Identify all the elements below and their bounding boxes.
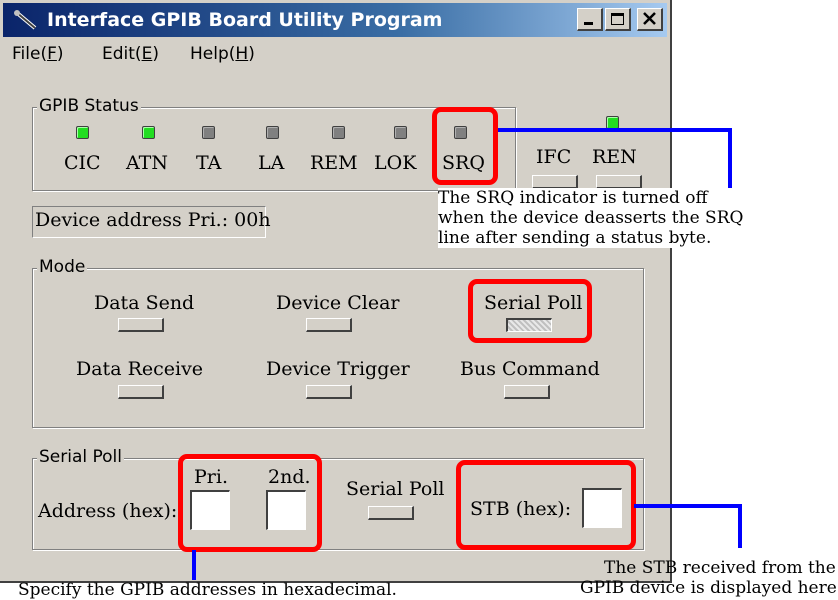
menu-edit[interactable]: Edit(E) (102, 44, 159, 64)
minimize-icon (584, 22, 593, 25)
mode-title: Mode (37, 257, 88, 277)
cic-label: CIC (64, 152, 101, 174)
maximize-icon (611, 13, 624, 25)
srq-leader-horizontal (498, 128, 730, 132)
menu-help-end: ) (248, 44, 255, 64)
data-receive-label: Data Receive (76, 358, 204, 380)
serial-poll-mode-highlight (468, 279, 592, 343)
menu-help[interactable]: Help(H) (190, 44, 255, 64)
srq-callout-line-1: The SRQ indicator is turned off (438, 188, 712, 208)
stb-leader-vertical (738, 504, 742, 548)
srq-highlight (432, 107, 498, 185)
menu-help-key: H (235, 44, 249, 64)
ren-button[interactable] (596, 175, 642, 189)
ifc-label: IFC (536, 146, 572, 168)
la-led (266, 126, 279, 139)
maximize-button[interactable] (605, 8, 631, 31)
srq-callout-line-3: line after sending a status byte. (438, 228, 716, 248)
bus-command-button[interactable] (504, 385, 550, 399)
srq-callout-line-2: when the device deasserts the SRQ (438, 208, 748, 228)
stb-leader-horizontal (634, 504, 742, 508)
address-callout: Specify the GPIB addresses in hexadecima… (18, 580, 397, 600)
device-trigger-button[interactable] (306, 385, 352, 399)
menu-file-end: ) (56, 44, 64, 64)
serial-poll-button-label: Serial Poll (346, 478, 445, 500)
menu-file-key: F (47, 44, 57, 64)
address-inputs-highlight (178, 454, 322, 552)
menu-file[interactable]: File(F) (12, 44, 64, 64)
device-trigger-label: Device Trigger (266, 358, 410, 380)
data-send-button[interactable] (118, 318, 164, 332)
address-leader-line (192, 550, 196, 580)
close-icon (643, 12, 656, 25)
window-title: Interface GPIB Board Utility Program (47, 9, 443, 31)
atn-led (142, 126, 155, 139)
menu-help-label: Help( (190, 44, 236, 64)
lok-label: LOK (374, 152, 417, 174)
rem-label: REM (310, 152, 358, 174)
ifc-button[interactable] (532, 175, 578, 189)
close-button[interactable] (637, 8, 663, 31)
gpib-status-title: GPIB Status (37, 96, 141, 116)
stb-callout-line-1: The STB received from the (604, 558, 836, 578)
minimize-button[interactable] (577, 8, 603, 31)
ren-label: REN (592, 146, 637, 168)
serial-poll-title: Serial Poll (37, 447, 124, 467)
data-send-label: Data Send (94, 292, 195, 314)
bus-command-label: Bus Command (460, 358, 600, 380)
stb-callout-line-2: GPIB device is displayed here. (580, 578, 838, 598)
title-bar[interactable]: Interface GPIB Board Utility Program (3, 3, 667, 37)
stb-highlight (456, 460, 636, 550)
srq-leader-vertical (728, 128, 732, 188)
rem-led (332, 126, 345, 139)
la-label: LA (258, 152, 285, 174)
device-address-field: Device address Pri.: 00h (32, 206, 271, 238)
menu-edit-end: ) (152, 44, 159, 64)
serial-poll-execute-button[interactable] (368, 506, 414, 520)
menu-edit-label: Edit( (102, 44, 142, 64)
device-clear-button[interactable] (306, 318, 352, 332)
menu-edit-key: E (141, 44, 153, 64)
ta-label: TA (196, 152, 222, 174)
data-receive-button[interactable] (118, 385, 164, 399)
device-clear-label: Device Clear (276, 292, 400, 314)
probe-icon (14, 10, 37, 30)
ta-led (202, 126, 215, 139)
menu-file-label: File( (12, 44, 48, 64)
atn-label: ATN (126, 152, 168, 174)
cic-led (76, 126, 89, 139)
address-label: Address (hex): (38, 500, 178, 522)
lok-led (394, 126, 407, 139)
